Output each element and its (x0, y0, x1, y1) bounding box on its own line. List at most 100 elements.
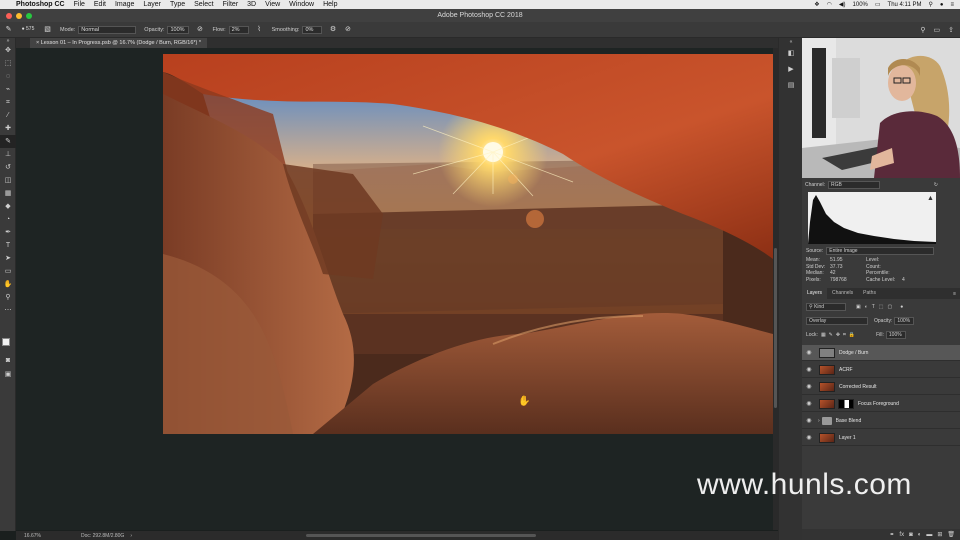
delete-layer-icon[interactable]: 🗑 (947, 531, 955, 538)
menu-select[interactable]: Select (194, 1, 213, 8)
filter-type-icons[interactable]: ▣◐T⬚▢ (856, 304, 896, 310)
doc-size[interactable]: Doc: 292.8M/2.80G (81, 533, 124, 539)
document-tab[interactable]: × Lesson 01 – In Progress.psb @ 16.7% (D… (30, 38, 208, 48)
quick-select-tool-icon[interactable]: ⌁ (0, 83, 16, 96)
smoothing-gear-icon[interactable]: ⚙ (328, 25, 337, 34)
shape-tool-icon[interactable]: ▭ (0, 265, 16, 278)
dodge-tool-icon[interactable]: ◔ (0, 213, 16, 226)
more-tools-icon[interactable]: ⋯ (0, 304, 16, 317)
eraser-tool-icon[interactable]: ◫ (0, 174, 16, 187)
pressure-size-icon[interactable]: ⊘ (343, 25, 352, 34)
smoothing-field[interactable]: 0% (302, 25, 323, 34)
scrollbar-thumb[interactable] (774, 248, 777, 408)
marquee-tool-icon[interactable]: ⬚ (0, 57, 16, 70)
history-panel-icon[interactable]: ◧ (779, 46, 803, 62)
dock-collapse-icon[interactable]: « (779, 38, 803, 46)
menu-type[interactable]: Type (170, 1, 185, 8)
document-canvas[interactable]: ✋ (16, 48, 773, 530)
pen-tool-icon[interactable]: ✒ (0, 226, 16, 239)
properties-panel-icon[interactable]: ▤ (779, 78, 803, 94)
kind-filter-select[interactable]: ⚲ Kind (806, 303, 846, 311)
tab-layers[interactable]: Layers (802, 288, 828, 299)
blur-tool-icon[interactable]: ◆ (0, 200, 16, 213)
canvas-horizontal-scrollbar[interactable] (306, 534, 536, 537)
eye-icon[interactable]: ◉ (802, 383, 816, 390)
menu-window[interactable]: Window (289, 1, 314, 8)
layer-row-acrf[interactable]: ◉ ACRF (802, 362, 960, 378)
layer-row-base-blend[interactable]: ◉ › Base Blend (802, 413, 960, 429)
clock[interactable]: Thu 4:11 PM (888, 2, 922, 8)
menu-list-icon[interactable]: ≡ (950, 2, 954, 8)
volume-icon[interactable]: ◀) (839, 1, 846, 8)
brush-preset-picker[interactable]: ● 575 (19, 25, 37, 34)
menu-app[interactable]: Photoshop CC (16, 1, 65, 8)
menu-view[interactable]: View (265, 1, 280, 8)
eye-icon[interactable]: ◉ (802, 366, 816, 373)
battery-icon[interactable]: ▭ (875, 1, 881, 8)
blend-mode-select[interactable]: Overlay (806, 317, 868, 325)
menu-layer[interactable]: Layer (143, 1, 161, 8)
menu-help[interactable]: Help (323, 1, 337, 8)
pressure-opacity-icon[interactable]: ⊘ (195, 25, 204, 34)
refresh-histogram-icon[interactable]: ↻ (934, 182, 938, 188)
menu-filter[interactable]: Filter (223, 1, 239, 8)
layer-row-dodge-burn[interactable]: ◉ Dodge / Burn (802, 345, 960, 361)
menu-edit[interactable]: Edit (94, 1, 106, 8)
link-layers-icon[interactable]: ⚭ (889, 531, 894, 538)
foreground-color-swatch[interactable] (2, 338, 10, 346)
hand-tool-icon[interactable]: ✋ (0, 278, 16, 291)
group-expand-icon[interactable]: › (818, 418, 820, 424)
filter-toggle-icon[interactable]: ● (900, 304, 903, 310)
tab-channels[interactable]: Channels (827, 288, 858, 299)
dropbox-icon[interactable]: ❖ (814, 1, 819, 8)
eye-icon[interactable]: ◉ (802, 434, 816, 441)
brush-tool-icon[interactable]: ✎ (0, 135, 16, 148)
new-layer-icon[interactable]: ⊞ (937, 531, 942, 538)
tab-paths[interactable]: Paths (858, 288, 881, 299)
lasso-tool-icon[interactable]: ◌ (0, 70, 16, 83)
new-group-icon[interactable]: ▬ (926, 532, 932, 538)
source-select[interactable]: Entire Image (826, 246, 935, 255)
path-select-tool-icon[interactable]: ➤ (0, 252, 16, 265)
panel-menu-icon[interactable]: ≡ (953, 291, 956, 297)
share-icon[interactable]: ⇪ (948, 26, 954, 34)
user-avatar[interactable]: ● (940, 2, 944, 8)
type-tool-icon[interactable]: T (0, 239, 16, 252)
zoom-tool-icon[interactable]: ⚲ (0, 291, 16, 304)
zoom-level[interactable]: 16.67% (24, 533, 41, 539)
status-chevron-icon[interactable]: › (130, 533, 132, 539)
canvas-image[interactable]: ✋ (163, 54, 773, 434)
channel-select[interactable]: RGB (828, 180, 881, 189)
layer-row-corrected-result[interactable]: ◉ Corrected Result (802, 379, 960, 395)
crop-tool-icon[interactable]: ⌗ (0, 96, 16, 109)
healing-tool-icon[interactable]: ✚ (0, 122, 16, 135)
actions-panel-icon[interactable]: ▶ (779, 62, 803, 78)
search-icon[interactable]: ⚲ (920, 26, 925, 34)
menu-image[interactable]: Image (115, 1, 134, 8)
search-icon[interactable]: ⚲ (928, 1, 932, 8)
eye-icon[interactable]: ◉ (802, 400, 816, 407)
quick-mask-icon[interactable]: ◙ (0, 354, 16, 367)
history-brush-tool-icon[interactable]: ↺ (0, 161, 16, 174)
eye-icon[interactable]: ◉ (802, 417, 816, 424)
layer-row-focus-foreground[interactable]: ◉ Focus Foreground (802, 396, 960, 412)
gradient-tool-icon[interactable]: ▦ (0, 187, 16, 200)
workspace-icon[interactable]: ▭ (934, 26, 941, 34)
lock-icons[interactable]: ▦✎✥⌗🔒 (821, 332, 858, 338)
fill-field[interactable]: 100% (885, 331, 906, 339)
brush-settings-icon[interactable]: ▧ (43, 25, 52, 34)
menu-3d[interactable]: 3D (247, 1, 256, 8)
layer-row-layer-1[interactable]: ◉ Layer 1 (802, 430, 960, 446)
eye-icon[interactable]: ◉ (802, 349, 816, 356)
fx-icon[interactable]: fx (899, 532, 904, 538)
adjustment-layer-icon[interactable]: ◐ (918, 532, 922, 538)
eyedropper-tool-icon[interactable]: ⁄ (0, 109, 16, 122)
wifi-icon[interactable]: ◠ (827, 1, 832, 8)
mode-select[interactable]: Normal (78, 25, 137, 34)
menu-file[interactable]: File (74, 1, 85, 8)
opacity-field[interactable]: 100% (167, 25, 190, 34)
add-mask-icon[interactable]: ◙ (909, 532, 913, 538)
airbrush-icon[interactable]: ⌇ (255, 25, 264, 34)
stamp-tool-icon[interactable]: ⊥ (0, 148, 16, 161)
flow-field[interactable]: 2% (228, 25, 249, 34)
